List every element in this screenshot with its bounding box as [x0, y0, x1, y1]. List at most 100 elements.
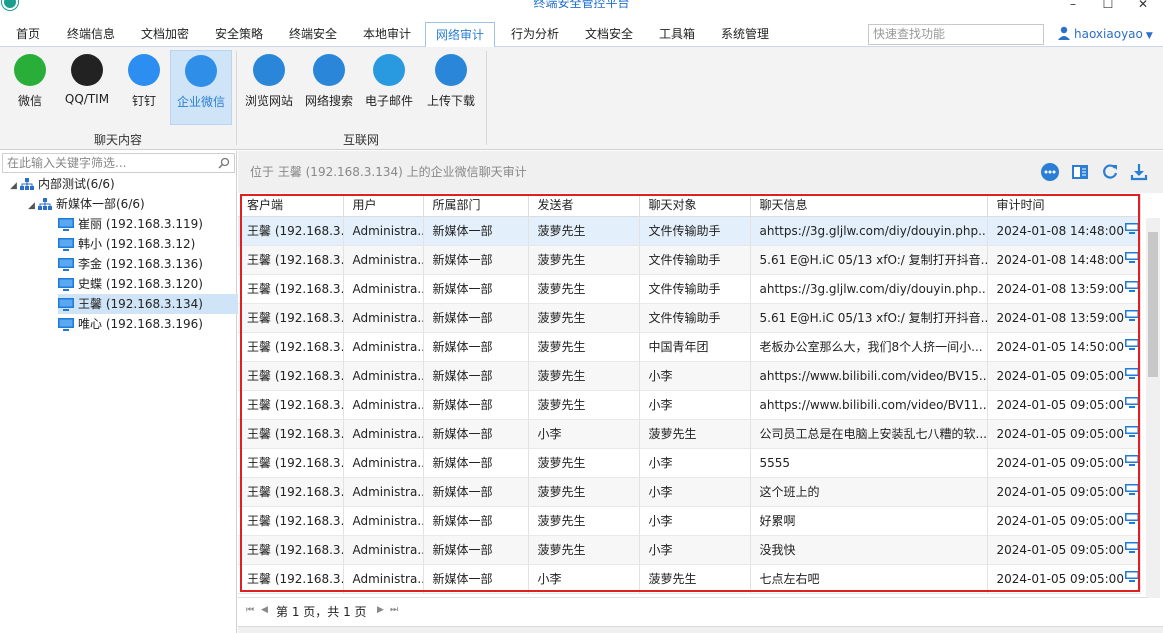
table-row[interactable]: 王馨 (192.168.3... Administra... 新媒体一部 菠萝先生 小李… — [238, 477, 1141, 507]
prev-page-button[interactable]: ◀ — [261, 605, 268, 615]
ribbon-button-cloud-transfer[interactable]: 上传下载 — [424, 50, 478, 125]
tree-node[interactable]: ◢ 内部测试(6/6) — [10, 174, 115, 194]
ribbon-group-label: 互联网 — [342, 133, 379, 147]
table-row[interactable]: 王馨 (192.168.3... Administra... 新媒体一部 菠萝先生 中国… — [238, 332, 1141, 362]
row-detail-icon[interactable] — [1125, 252, 1139, 264]
title-bar: 终端安全管控平台 – ☐ ✕ — [0, 0, 1163, 14]
table-row[interactable]: 王馨 (192.168.3... Administra... 新媒体一部 菠萝先生 小李… — [238, 448, 1141, 478]
row-detail-icon[interactable] — [1125, 513, 1139, 525]
tree-node[interactable]: 唯心 (192.168.3.196) — [58, 314, 203, 334]
row-detail-icon[interactable] — [1125, 281, 1139, 293]
row-detail-icon[interactable] — [1125, 339, 1139, 351]
table-row[interactable]: 王馨 (192.168.3... Administra... 新媒体一部 菠萝先生 文件… — [238, 274, 1141, 304]
tree-node[interactable]: 史蝶 (192.168.3.120) — [58, 274, 203, 294]
menu-tab-6[interactable]: 网络审计 — [425, 22, 495, 48]
refresh-icon[interactable] — [1100, 162, 1120, 182]
table-cell: 新媒体一部 — [423, 303, 529, 333]
tree-node-label: 韩小 (192.168.3.12) — [78, 237, 196, 251]
tree-filter-input[interactable]: 在此输入关键字筛选... — [2, 153, 235, 173]
tree-node-label: 新媒体一部(6/6) — [56, 197, 145, 211]
table-cell: 2024-01-08 13:59:00 — [987, 303, 1141, 333]
table-row[interactable]: 王馨 (192.168.3... Administra... 新媒体一部 菠萝先生 文件… — [238, 216, 1141, 246]
table-cell: 2024-01-05 09:05:00 — [987, 419, 1141, 449]
ribbon-button-qq-penguin[interactable]: QQ/TIM — [56, 50, 118, 125]
column-header[interactable]: 聊天对象 — [639, 194, 751, 217]
minimize-button[interactable]: – — [1063, 0, 1083, 12]
table-row[interactable]: 王馨 (192.168.3... Administra... 新媒体一部 菠萝先生 文件… — [238, 245, 1141, 275]
row-detail-icon[interactable] — [1125, 426, 1139, 438]
ribbon-button-label: 企业微信 — [176, 95, 225, 109]
more-options-icon[interactable] — [1040, 162, 1060, 182]
last-page-button[interactable]: ⏭ — [390, 605, 398, 615]
row-detail-icon[interactable] — [1125, 310, 1139, 322]
table-cell: 菠萝先生 — [528, 361, 640, 391]
column-layout-icon[interactable] — [1070, 162, 1090, 182]
table-row[interactable]: 王馨 (192.168.3... Administra... 新媒体一部 小李 菠萝先生… — [238, 419, 1141, 449]
menu-tab-9[interactable]: 工具箱 — [648, 22, 706, 46]
column-header[interactable]: 聊天信息 — [750, 194, 988, 217]
column-header[interactable]: 所属部门 — [423, 194, 529, 217]
vertical-scrollbar[interactable] — [1146, 218, 1160, 598]
tree-expand-icon[interactable]: ◢ — [10, 176, 20, 196]
row-detail-icon[interactable] — [1125, 571, 1139, 583]
user-name: haoxiaoyao — [1074, 27, 1143, 41]
tree-node[interactable]: 韩小 (192.168.3.12) — [58, 234, 195, 254]
table-row[interactable]: 王馨 (192.168.3... Administra... 新媒体一部 菠萝先生 小李… — [238, 506, 1141, 536]
ribbon-button-dingtalk[interactable]: 钉钉 — [122, 50, 166, 125]
close-button[interactable]: ✕ — [1133, 0, 1153, 12]
menu-tab-10[interactable]: 系统管理 — [710, 22, 780, 46]
table-row[interactable]: 王馨 (192.168.3... Administra... 新媒体一部 小李 菠萝先生… — [238, 564, 1141, 594]
table-cell: Administra... — [343, 245, 424, 275]
tree-node[interactable]: 李金 (192.168.3.136) — [58, 254, 203, 274]
row-detail-icon[interactable] — [1125, 455, 1139, 467]
column-header[interactable]: 用户 — [343, 194, 424, 217]
table-cell: 2024-01-05 09:05:00 — [987, 361, 1141, 391]
row-detail-icon[interactable] — [1125, 223, 1139, 235]
ribbon-separator — [236, 51, 237, 145]
table-row[interactable]: 王馨 (192.168.3... Administra... 新媒体一部 菠萝先生 小李… — [238, 535, 1141, 565]
ribbon-button-wechat[interactable]: 微信 — [8, 50, 52, 125]
row-detail-icon[interactable] — [1125, 397, 1139, 409]
table-row[interactable]: 王馨 (192.168.3... Administra... 新媒体一部 菠萝先生 小李… — [238, 361, 1141, 391]
download-icon[interactable] — [1129, 162, 1149, 182]
menu-tab-7[interactable]: 行为分析 — [500, 22, 570, 46]
ribbon-button-wecom[interactable]: 企业微信 — [170, 50, 232, 125]
table-cell: 王馨 (192.168.3... — [238, 419, 344, 449]
row-detail-icon[interactable] — [1125, 484, 1139, 496]
table-cell: 公司员工总是在电脑上安装乱七八糟的软... — [750, 419, 988, 449]
tree-node[interactable]: ◢ 新媒体一部(6/6) — [28, 194, 145, 214]
maximize-button[interactable]: ☐ — [1098, 0, 1118, 12]
menu-tab-1[interactable]: 终端信息 — [56, 22, 126, 46]
org-icon — [38, 198, 52, 210]
tree-node[interactable]: 崔丽 (192.168.3.119) — [58, 214, 203, 234]
row-detail-icon[interactable] — [1125, 368, 1139, 380]
table-cell: 2024-01-08 14:48:00 — [987, 216, 1141, 246]
menu-tab-2[interactable]: 文档加密 — [130, 22, 200, 46]
menu-tab-5[interactable]: 本地审计 — [352, 22, 422, 46]
table-row[interactable]: 王馨 (192.168.3... Administra... 新媒体一部 菠萝先生 小李… — [238, 390, 1141, 420]
tree-expand-icon[interactable]: ◢ — [28, 196, 38, 216]
ribbon-button-globe[interactable]: 浏览网站 — [242, 50, 296, 125]
column-header[interactable]: 审计时间 — [987, 194, 1141, 217]
menu-tab-4[interactable]: 终端安全 — [278, 22, 348, 46]
table-row[interactable]: 王馨 (192.168.3... Administra... 新媒体一部 菠萝先生 文件… — [238, 303, 1141, 333]
menu-tab-0[interactable]: 首页 — [4, 22, 52, 46]
column-header[interactable]: 发送者 — [528, 194, 640, 217]
next-page-button[interactable]: ▶ — [377, 605, 384, 615]
ribbon-button-web-search[interactable]: 网络搜索 — [302, 50, 356, 125]
user-menu[interactable]: haoxiaoyao ▼ — [1058, 24, 1153, 44]
tree-node-label: 唯心 (192.168.3.196) — [78, 317, 203, 331]
ribbon-button-envelope[interactable]: 电子邮件 — [362, 50, 416, 125]
menu-tab-8[interactable]: 文档安全 — [574, 22, 644, 46]
envelope-icon — [373, 54, 405, 86]
scrollbar-thumb[interactable] — [1148, 232, 1158, 377]
menu-tab-3[interactable]: 安全策略 — [204, 22, 274, 46]
table-cell: 王馨 (192.168.3... — [238, 303, 344, 333]
row-detail-icon[interactable] — [1125, 542, 1139, 554]
tree-node[interactable]: 王馨 (192.168.3.134) — [58, 294, 243, 314]
ribbon-button-label: 电子邮件 — [364, 94, 413, 108]
table-body: 王馨 (192.168.3... Administra... 新媒体一部 菠萝先生 文件… — [238, 216, 1141, 594]
column-header[interactable]: 客户端 — [238, 194, 344, 217]
first-page-button[interactable]: ⏮ — [246, 605, 254, 615]
quick-search-input[interactable]: 快速查找功能 — [868, 24, 1044, 45]
